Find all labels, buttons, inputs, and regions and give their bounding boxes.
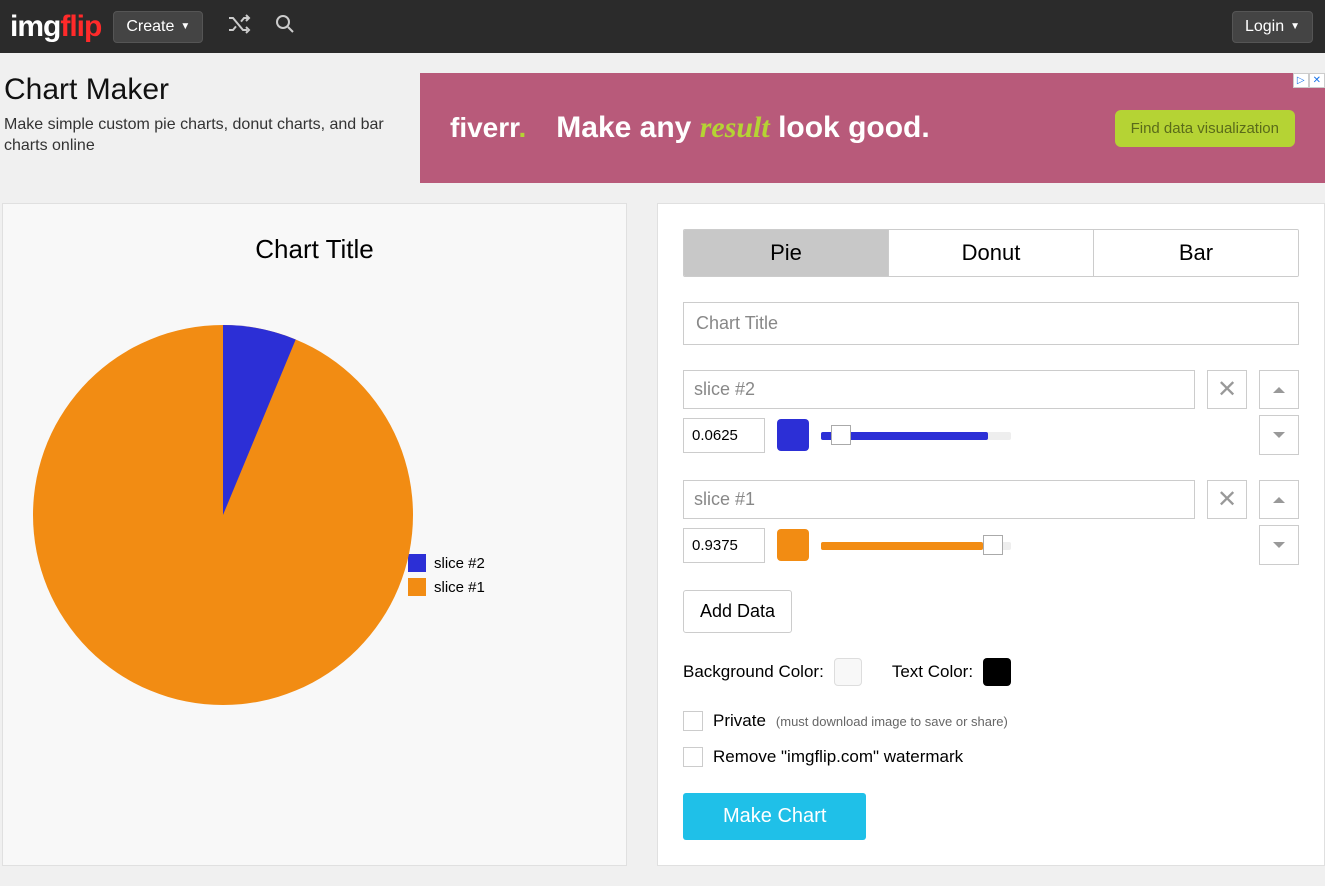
- chart-title-input[interactable]: [683, 302, 1299, 345]
- logo-img: img: [10, 10, 60, 43]
- slice-slider[interactable]: [821, 534, 1011, 556]
- slice-slider[interactable]: [821, 424, 1011, 446]
- ad-text: Make any result look good.: [556, 111, 1084, 145]
- create-button[interactable]: Create ▼: [113, 11, 203, 43]
- text-color-label: Text Color:: [892, 662, 973, 682]
- bg-color-label: Background Color:: [683, 662, 824, 682]
- caret-down-icon: ▼: [180, 21, 190, 32]
- shuffle-icon[interactable]: [227, 14, 251, 40]
- ad-banner[interactable]: ▷ ✕ fiverr. Make any result look good. F…: [420, 73, 1325, 183]
- watermark-row: Remove "imgflip.com" watermark: [683, 747, 1299, 767]
- slice-color-swatch[interactable]: [777, 419, 809, 451]
- watermark-checkbox[interactable]: [683, 747, 703, 767]
- top-nav: imgflip Create ▼ Login ▼: [0, 0, 1325, 53]
- move-up-button[interactable]: [1259, 370, 1299, 409]
- controls-panel: Pie Donut Bar ✕: [657, 203, 1325, 866]
- move-up-button[interactable]: [1259, 480, 1299, 519]
- remove-slice-button[interactable]: ✕: [1207, 370, 1247, 409]
- page-title: Chart Maker: [4, 73, 400, 107]
- caret-down-icon: ▼: [1290, 21, 1300, 32]
- slice-value-input[interactable]: [683, 418, 765, 453]
- legend-item: slice #1: [408, 578, 485, 596]
- chart-type-tabs: Pie Donut Bar: [683, 229, 1299, 277]
- data-entry: ✕: [683, 480, 1299, 565]
- pie-chart: [33, 325, 413, 705]
- search-icon[interactable]: [275, 14, 295, 40]
- move-down-button[interactable]: [1259, 415, 1299, 455]
- chart-title: Chart Title: [13, 234, 616, 265]
- ad-cta-button[interactable]: Find data visualization: [1115, 110, 1295, 147]
- page-description: Make simple custom pie charts, donut cha…: [4, 115, 400, 157]
- tab-pie[interactable]: Pie: [684, 230, 888, 276]
- slice-name-input[interactable]: [683, 370, 1195, 409]
- logo[interactable]: imgflip: [10, 10, 101, 44]
- move-down-button[interactable]: [1259, 525, 1299, 565]
- legend-label: slice #1: [434, 579, 485, 596]
- make-chart-button[interactable]: Make Chart: [683, 793, 866, 840]
- logo-flip: flip: [60, 10, 101, 43]
- header-left: Chart Maker Make simple custom pie chart…: [0, 73, 400, 157]
- private-label: Private: [713, 711, 766, 731]
- ad-brand: fiverr.: [450, 112, 526, 144]
- text-color-swatch[interactable]: [983, 658, 1011, 686]
- chart-legend: slice #2 slice #1: [408, 554, 485, 602]
- chart-preview: Chart Title slice #2 slice #1: [2, 203, 627, 866]
- legend-item: slice #2: [408, 554, 485, 572]
- header-row: Chart Maker Make simple custom pie chart…: [0, 53, 1325, 203]
- ad-info-icon[interactable]: ▷: [1293, 73, 1309, 88]
- slice-color-swatch[interactable]: [777, 529, 809, 561]
- watermark-label: Remove "imgflip.com" watermark: [713, 747, 963, 767]
- tab-bar[interactable]: Bar: [1093, 230, 1298, 276]
- main-row: Chart Title slice #2 slice #1 Pie Donut …: [0, 203, 1325, 886]
- create-label: Create: [126, 18, 174, 36]
- login-label: Login: [1245, 18, 1284, 36]
- private-note: (must download image to save or share): [776, 714, 1008, 729]
- legend-label: slice #2: [434, 555, 485, 572]
- slice-value-input[interactable]: [683, 528, 765, 563]
- color-settings-row: Background Color: Text Color:: [683, 658, 1299, 686]
- slice-name-input[interactable]: [683, 480, 1195, 519]
- bg-color-swatch[interactable]: [834, 658, 862, 686]
- data-entry: ✕: [683, 370, 1299, 455]
- private-row: Private (must download image to save or …: [683, 711, 1299, 731]
- tab-donut[interactable]: Donut: [888, 230, 1093, 276]
- ad-close-icon[interactable]: ✕: [1309, 73, 1325, 88]
- add-data-button[interactable]: Add Data: [683, 590, 792, 633]
- private-checkbox[interactable]: [683, 711, 703, 731]
- remove-slice-button[interactable]: ✕: [1207, 480, 1247, 519]
- ad-corner: ▷ ✕: [1293, 73, 1325, 88]
- login-button[interactable]: Login ▼: [1232, 11, 1313, 43]
